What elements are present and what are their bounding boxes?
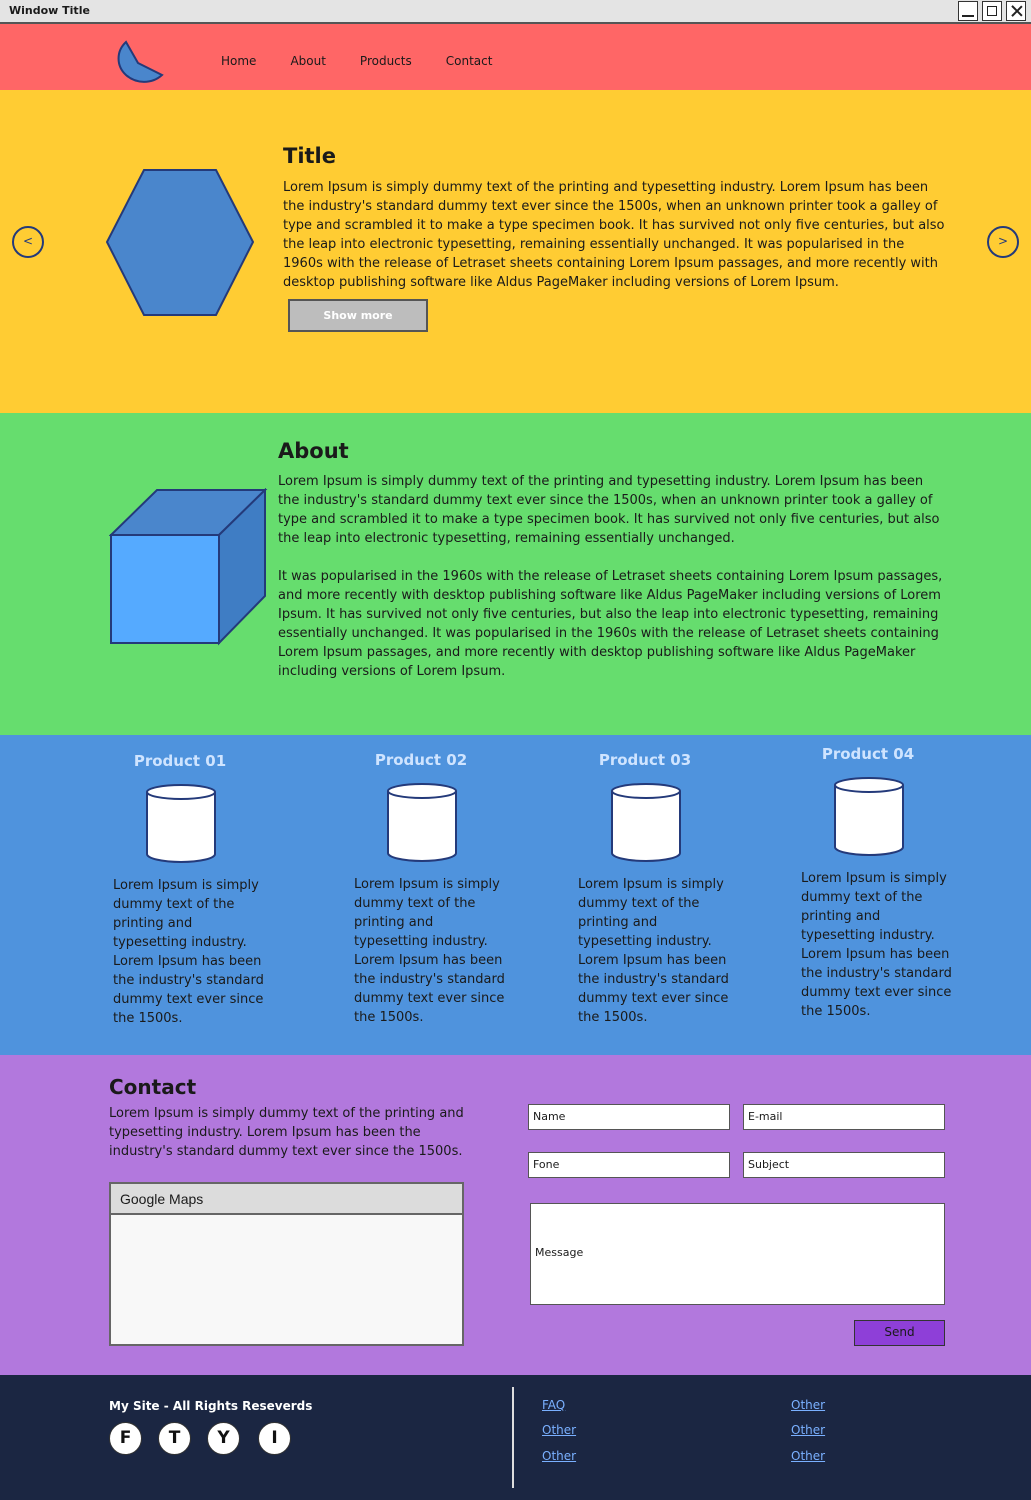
footer-link[interactable]: Other: [791, 1449, 825, 1463]
cylinder-icon: [146, 784, 216, 863]
cube-shape: [109, 488, 268, 646]
footer-link[interactable]: Other: [791, 1423, 825, 1437]
product-card: Product 04 Lorem Ipsum is simply dummy t…: [801, 745, 961, 1021]
carousel-prev-button[interactable]: <: [12, 226, 44, 258]
twitter-icon[interactable]: T: [158, 1422, 191, 1455]
cylinder-icon: [387, 783, 457, 862]
top-navigation: Home About Products Contact: [0, 24, 1031, 90]
about-paragraph-2: It was popularised in the 1960s with the…: [278, 569, 943, 679]
footer-divider: [512, 1387, 514, 1488]
product-card: Product 02 Lorem Ipsum is simply dummy t…: [354, 751, 514, 1027]
pie-logo-icon[interactable]: [114, 37, 166, 85]
cylinder-icon: [611, 783, 681, 862]
instagram-icon[interactable]: I: [258, 1422, 291, 1455]
message-field[interactable]: Message: [530, 1203, 945, 1305]
footer-link[interactable]: Other: [542, 1423, 576, 1437]
minimize-button[interactable]: [958, 1, 978, 21]
email-field[interactable]: E-mail: [743, 1104, 945, 1130]
nav-link-home[interactable]: Home: [221, 54, 256, 68]
product-name: Product 02: [374, 751, 468, 769]
product-card: Product 03 Lorem Ipsum is simply dummy t…: [578, 751, 738, 1027]
map-title: Google Maps: [111, 1184, 462, 1215]
hexagon-shape: [106, 169, 254, 316]
footer-link[interactable]: Other: [542, 1449, 576, 1463]
footer-link-faq[interactable]: FAQ: [542, 1398, 565, 1412]
footer: My Site - All Rights Reseverds F T Y I F…: [0, 1375, 1031, 1500]
product-name: Product 03: [598, 751, 692, 769]
nav-link-products[interactable]: Products: [360, 54, 412, 68]
product-description: Lorem Ipsum is simply dummy text of the …: [113, 878, 264, 1026]
footer-link[interactable]: Other: [791, 1398, 825, 1412]
about-section: About Lorem Ipsum is simply dummy text o…: [0, 413, 1031, 735]
hero-text: Lorem Ipsum is simply dummy text of the …: [283, 180, 945, 290]
close-button[interactable]: [1006, 1, 1026, 21]
carousel-next-button[interactable]: >: [987, 226, 1019, 258]
product-description: Lorem Ipsum is simply dummy text of the …: [578, 877, 729, 1025]
facebook-icon[interactable]: F: [109, 1422, 142, 1455]
youtube-icon[interactable]: Y: [207, 1422, 240, 1455]
hero-title: Title: [283, 144, 337, 168]
send-button[interactable]: Send: [854, 1320, 945, 1346]
product-name: Product 04: [821, 745, 915, 763]
products-section: Product 01 Lorem Ipsum is simply dummy t…: [0, 735, 1031, 1055]
cylinder-icon: [834, 777, 904, 856]
product-name: Product 01: [133, 752, 227, 770]
about-paragraph-1: Lorem Ipsum is simply dummy text of the …: [278, 474, 940, 546]
google-maps-panel[interactable]: Google Maps: [109, 1182, 464, 1346]
window-titlebar: Window Title: [0, 0, 1031, 24]
hero-section: < Title Lorem Ipsum is simply dummy text…: [0, 90, 1031, 413]
product-description: Lorem Ipsum is simply dummy text of the …: [801, 871, 952, 1019]
subject-field[interactable]: Subject: [743, 1152, 945, 1178]
show-more-button[interactable]: Show more: [288, 299, 428, 332]
product-description: Lorem Ipsum is simply dummy text of the …: [354, 877, 505, 1025]
nav-link-about[interactable]: About: [290, 54, 325, 68]
name-field[interactable]: Name: [528, 1104, 730, 1130]
nav-links: Home About Products Contact: [221, 54, 526, 68]
window-title: Window Title: [9, 4, 90, 17]
nav-link-contact[interactable]: Contact: [446, 54, 493, 68]
contact-section: Contact Lorem Ipsum is simply dummy text…: [0, 1055, 1031, 1375]
phone-field[interactable]: Fone: [528, 1152, 730, 1178]
product-card: Product 01 Lorem Ipsum is simply dummy t…: [113, 752, 273, 1028]
about-title: About: [278, 439, 349, 463]
copyright-text: My Site - All Rights Reseverds: [109, 1399, 313, 1413]
maximize-button[interactable]: [982, 1, 1002, 21]
contact-title: Contact: [109, 1075, 197, 1099]
contact-text: Lorem Ipsum is simply dummy text of the …: [109, 1106, 464, 1159]
